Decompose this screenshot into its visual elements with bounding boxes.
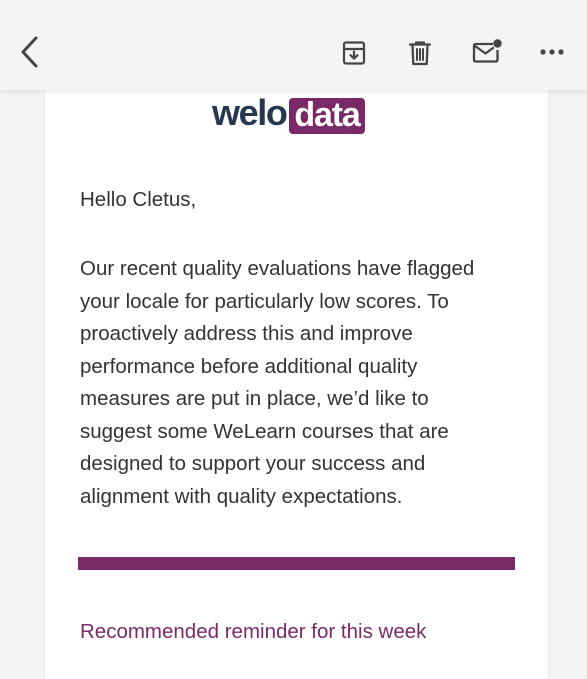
- archive-button[interactable]: [337, 36, 371, 70]
- email-screen: welo data Hello Cletus, Our recent quali…: [0, 0, 587, 679]
- logo-data-badge: data: [289, 98, 365, 134]
- more-options-button[interactable]: [536, 39, 568, 65]
- chevron-left-icon: [21, 36, 38, 68]
- body-line: suggest some WeLearn courses that are: [80, 419, 449, 443]
- section-divider: [78, 557, 515, 570]
- mail-with-dot-icon: [472, 39, 502, 63]
- body-line: your locale for particularly low scores.…: [80, 289, 449, 313]
- body-line: performance before additional quality: [80, 354, 418, 378]
- mark-unread-button[interactable]: [468, 34, 506, 70]
- recommended-reminder-link[interactable]: Recommended reminder for this week: [80, 619, 426, 645]
- body-line: proactively address this and improve: [80, 322, 413, 345]
- email-greeting: Hello Cletus,: [80, 188, 197, 211]
- email-body-paragraph: Our recent quality evaluations have flag…: [80, 253, 520, 513]
- body-line: alignment with quality expectations.: [80, 484, 403, 508]
- top-toolbar: [0, 0, 587, 90]
- archive-download-icon: [342, 41, 366, 65]
- delete-button[interactable]: [403, 36, 437, 70]
- ellipsis-icon: [540, 49, 564, 55]
- body-line: Our recent quality evaluations have flag…: [80, 257, 475, 280]
- welo-data-logo: welo data: [212, 94, 382, 136]
- logo-welo-text: welo: [212, 92, 288, 133]
- trash-icon: [408, 41, 432, 66]
- email-message-card: welo data Hello Cletus, Our recent quali…: [44, 88, 549, 679]
- body-line: designed to support your success and: [80, 452, 426, 475]
- body-line: measures are put in place, we’d like to: [80, 387, 429, 410]
- back-button[interactable]: [13, 32, 47, 72]
